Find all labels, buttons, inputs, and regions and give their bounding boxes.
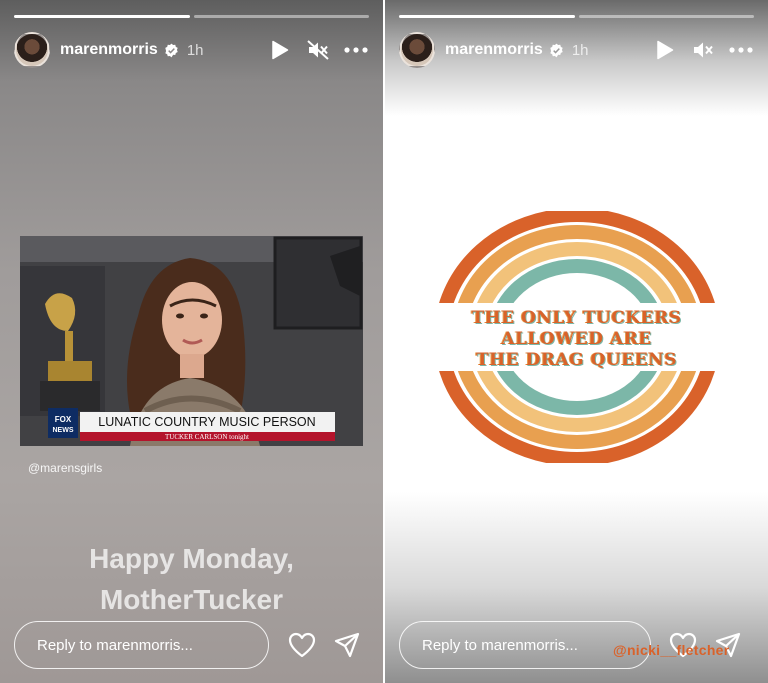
play-button[interactable] (652, 37, 678, 63)
artwork-line-2: ALLOWED ARE (501, 329, 652, 349)
story-panel-right[interactable]: marenmorris 1h THE ONLY TUCKERS ALLOWED … (385, 0, 768, 683)
avatar[interactable] (14, 32, 50, 68)
artwork-line-3: THE DRAG QUEENS (476, 350, 677, 370)
mention-tag[interactable]: @marensgirls (28, 461, 102, 475)
reply-input[interactable]: Reply to marenmorris... (14, 621, 269, 669)
mute-icon (307, 40, 329, 60)
verified-icon (165, 43, 178, 57)
play-icon (272, 40, 289, 60)
story-photo: FOX NEWS LUNATIC COUNTRY MUSIC PERSON TU… (20, 236, 363, 446)
more-icon (344, 47, 368, 53)
post-time: 1h (186, 41, 204, 59)
play-button[interactable] (267, 37, 293, 63)
story-header: marenmorris 1h (399, 31, 754, 69)
chyron-show: TUCKER CARLSON tonight (165, 433, 249, 441)
photo-illustration: FOX NEWS LUNATIC COUNTRY MUSIC PERSON TU… (20, 236, 363, 446)
username[interactable]: marenmorris (445, 41, 543, 59)
heart-icon (288, 632, 316, 658)
like-button[interactable] (287, 630, 317, 660)
svg-text:NEWS: NEWS (53, 427, 74, 434)
more-icon (729, 47, 753, 53)
more-options-button[interactable] (728, 37, 754, 63)
play-icon (657, 40, 674, 60)
caption-line-2: MotherTucker (99, 584, 284, 615)
share-button[interactable] (332, 630, 362, 660)
progress-segment-2 (578, 15, 754, 18)
reply-placeholder: Reply to marenmorris... (37, 636, 193, 654)
progress-segment-1 (14, 15, 190, 18)
story-progress-bar (14, 15, 369, 18)
caption-line-1: Happy Monday, (89, 543, 294, 574)
more-options-button[interactable] (343, 37, 369, 63)
reply-placeholder: Reply to marenmorris... (422, 636, 578, 654)
mute-button[interactable] (690, 37, 716, 63)
artwork-line-1: THE ONLY TUCKERS (471, 308, 682, 328)
progress-segment-1 (399, 15, 575, 18)
story-panel-left[interactable]: marenmorris 1h FOX NEWS LUNATIC COUNTRY … (0, 0, 383, 683)
chyron-headline: LUNATIC COUNTRY MUSIC PERSON (98, 415, 315, 429)
story-progress-bar (399, 15, 754, 18)
channel-logo-text: FOX (55, 415, 72, 424)
post-time: 1h (571, 41, 589, 59)
story-header: marenmorris 1h (14, 31, 369, 69)
mute-icon (694, 42, 713, 58)
send-icon (334, 632, 360, 658)
username[interactable]: marenmorris (60, 41, 158, 59)
mute-button[interactable] (305, 37, 331, 63)
mention-sticker[interactable]: @nicki__fletcher (613, 642, 730, 658)
progress-segment-2 (193, 15, 369, 18)
avatar[interactable] (399, 32, 435, 68)
verified-icon (550, 43, 563, 57)
